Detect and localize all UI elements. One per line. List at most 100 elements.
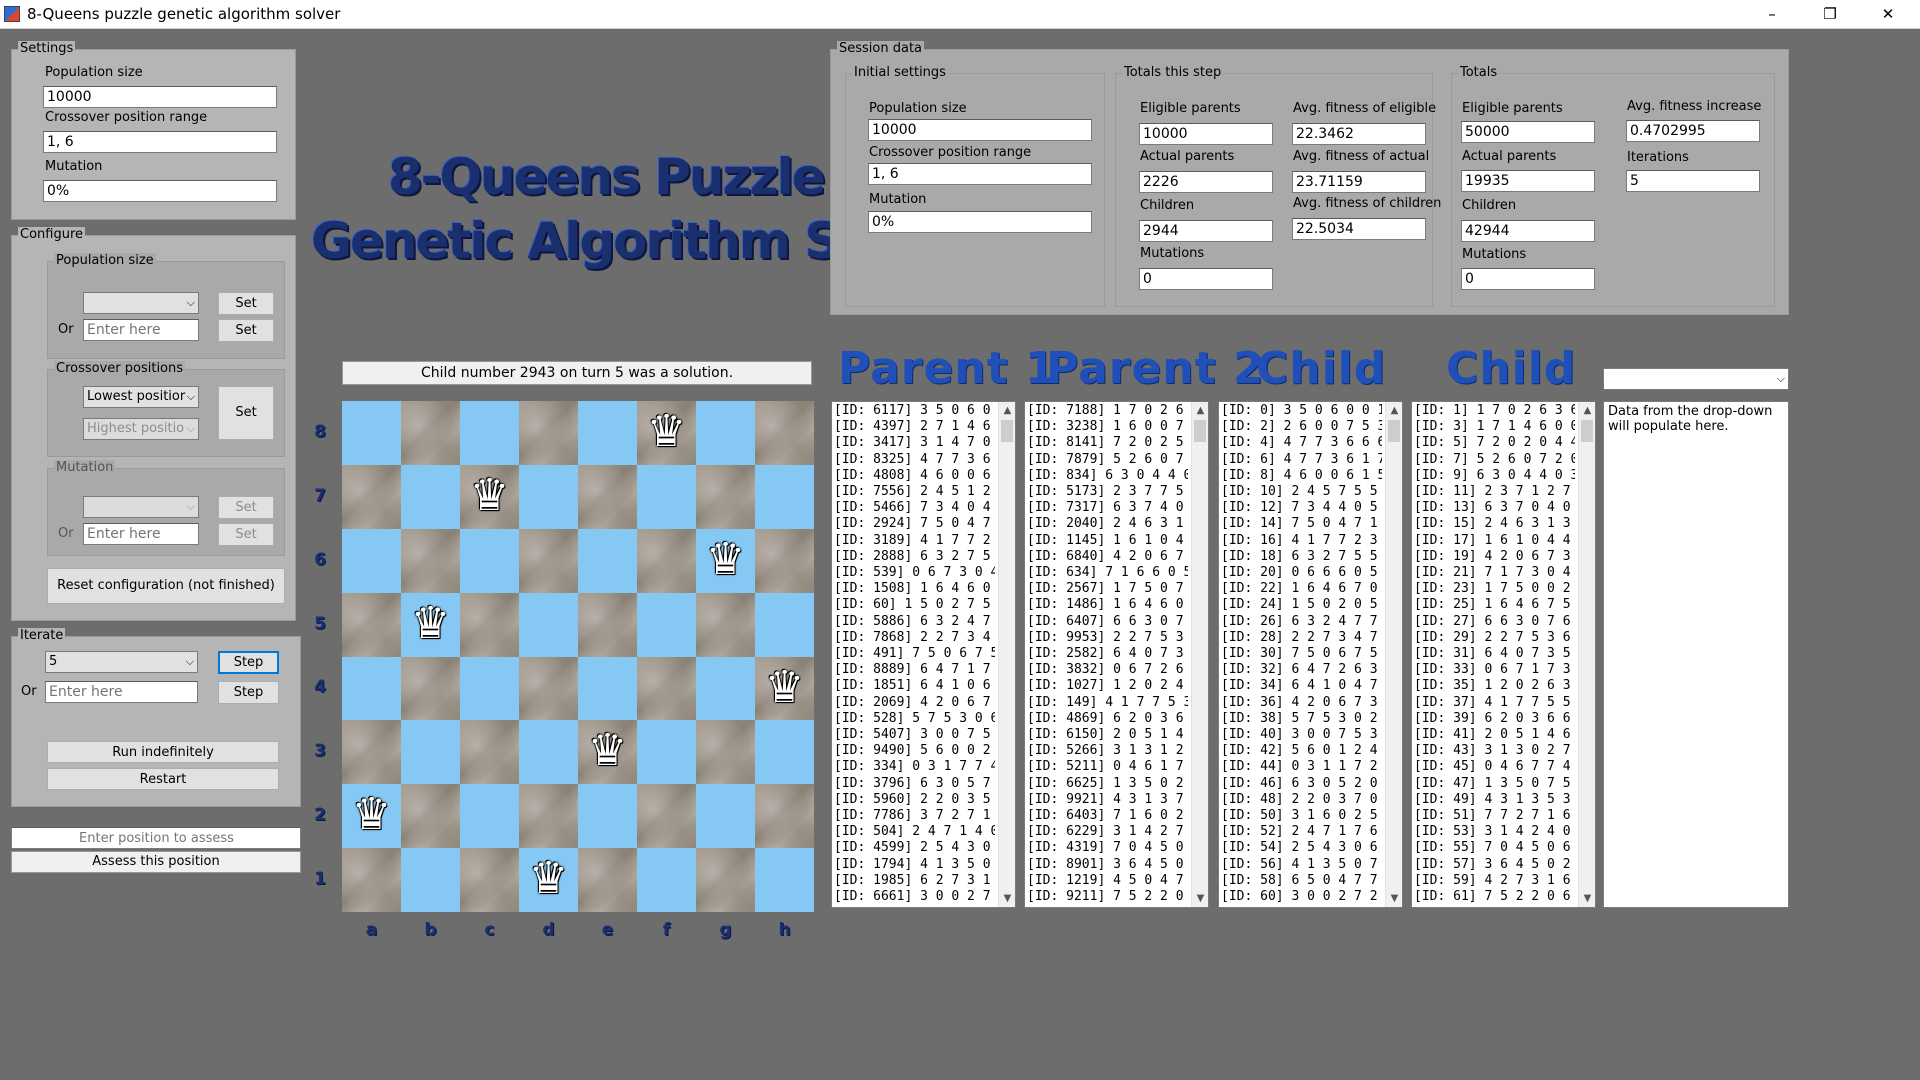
population-size-combo[interactable]: ⌵ — [83, 292, 199, 314]
list-item[interactable]: [ID: 2] 2 6 0 0 7 5 3 5 — [1221, 419, 1382, 435]
list-item[interactable]: [ID: 8141] 7 2 0 2 5 6 6 1 — [1027, 435, 1188, 451]
square-g2[interactable] — [696, 784, 755, 849]
list-item[interactable]: [ID: 43] 3 1 3 0 2 7 1 7 — [1414, 743, 1575, 759]
list-item[interactable]: [ID: 2567] 1 7 5 0 7 0 3 3 — [1027, 581, 1188, 597]
population-size-input[interactable] — [83, 319, 199, 341]
highest-position-combo[interactable]: Highest positio ⌵ — [83, 418, 199, 440]
scroll-down-icon[interactable]: ▼ — [1386, 890, 1402, 907]
square-f1[interactable] — [637, 848, 696, 912]
list-item[interactable]: [ID: 491] 7 5 0 6 7 5 7 1 — [834, 646, 995, 662]
parent2-list[interactable]: [ID: 7188] 1 7 0 2 6 3 1 7[ID: 3238] 1 6… — [1024, 401, 1209, 908]
square-a7[interactable] — [342, 464, 401, 529]
list-item[interactable]: [ID: 26] 6 3 2 4 7 7 1 6 — [1221, 614, 1382, 630]
square-d7[interactable] — [519, 464, 578, 529]
list-item[interactable]: [ID: 59] 4 2 7 3 1 6 0 5 — [1414, 873, 1575, 889]
square-e6[interactable] — [578, 528, 637, 593]
square-c1[interactable] — [460, 848, 519, 912]
list-item[interactable]: [ID: 4319] 7 0 4 5 0 6 1 6 — [1027, 840, 1188, 856]
crossover-set-button[interactable]: Set — [218, 386, 274, 440]
scroll-down-icon[interactable]: ▼ — [1192, 890, 1208, 907]
list-item[interactable]: [ID: 20] 0 6 6 6 0 5 2 5 — [1221, 565, 1382, 581]
list-item[interactable]: [ID: 22] 1 6 4 6 7 0 3 3 — [1221, 581, 1382, 597]
list-item[interactable]: [ID: 6407] 6 6 3 0 7 7 1 6 — [1027, 614, 1188, 630]
square-a4[interactable] — [342, 656, 401, 721]
list-item[interactable]: [ID: 149] 4 1 7 7 5 3 0 3 — [1027, 695, 1188, 711]
lowest-position-combo[interactable]: Lowest positior ⌵ — [83, 386, 199, 408]
list-item[interactable]: [ID: 5886] 6 3 2 4 7 6 4 1 — [834, 614, 995, 630]
square-c2[interactable] — [460, 784, 519, 849]
population-set2-button[interactable]: Set — [218, 319, 274, 342]
mutation-set-button[interactable]: Set — [218, 496, 274, 519]
list-item[interactable]: [ID: 47] 1 3 5 0 7 5 2 4 — [1414, 776, 1575, 792]
population-set-button[interactable]: Set — [218, 292, 274, 315]
list-item[interactable]: [ID: 3238] 1 6 0 0 7 5 3 5 — [1027, 419, 1188, 435]
square-h1[interactable] — [755, 848, 814, 912]
square-a6[interactable] — [342, 528, 401, 593]
list-item[interactable]: [ID: 1985] 6 2 7 3 1 6 0 5 — [834, 873, 995, 889]
list-item[interactable]: [ID: 5173] 2 3 7 7 5 5 0 6 — [1027, 484, 1188, 500]
list-item[interactable]: [ID: 56] 4 1 3 5 0 7 4 2 — [1221, 857, 1382, 873]
list-item[interactable]: [ID: 35] 1 2 0 2 6 3 7 0 — [1414, 678, 1575, 694]
restart-button[interactable]: Restart — [47, 768, 279, 790]
list-item[interactable]: [ID: 58] 6 5 0 4 7 7 3 3 — [1221, 873, 1382, 889]
list-item[interactable]: [ID: 7879] 5 2 6 0 7 1 7 1 — [1027, 452, 1188, 468]
square-b6[interactable] — [401, 528, 460, 593]
list-item[interactable]: [ID: 54] 2 5 4 3 0 6 1 6 — [1221, 840, 1382, 856]
list-item[interactable]: [ID: 34] 6 4 1 0 4 7 0 3 — [1221, 678, 1382, 694]
scroll-thumb[interactable] — [1001, 420, 1013, 442]
list-item[interactable]: [ID: 5211] 0 4 6 1 7 2 3 6 — [1027, 759, 1188, 775]
list-item[interactable]: [ID: 1508] 1 6 4 6 0 2 7 1 — [834, 581, 995, 597]
run-indefinitely-button[interactable]: Run indefinitely — [47, 741, 279, 763]
iterate-count-input[interactable] — [45, 681, 198, 703]
list-item[interactable]: [ID: 27] 6 6 3 0 7 6 4 1 — [1414, 614, 1575, 630]
list-item[interactable]: [ID: 6229] 3 1 4 2 7 6 3 0 — [1027, 824, 1188, 840]
list-item[interactable]: [ID: 334] 0 3 1 7 7 4 2 3 — [834, 759, 995, 775]
square-b7[interactable] — [401, 464, 460, 529]
square-h5[interactable] — [755, 592, 814, 657]
list-item[interactable]: [ID: 3417] 3 1 4 7 0 4 4 5 — [834, 435, 995, 451]
scroll-thumb[interactable] — [1581, 420, 1593, 442]
square-b3[interactable] — [401, 720, 460, 785]
square-f2[interactable] — [637, 784, 696, 849]
list-item[interactable]: [ID: 6403] 7 1 6 0 2 5 2 6 — [1027, 808, 1188, 824]
square-g3[interactable] — [696, 720, 755, 785]
list-item[interactable]: [ID: 61] 7 5 2 2 0 6 4 1 — [1414, 889, 1575, 905]
list-item[interactable]: [ID: 44] 0 3 1 1 7 2 3 6 — [1221, 759, 1382, 775]
square-e5[interactable] — [578, 592, 637, 657]
list-item[interactable]: [ID: 1794] 4 1 3 5 0 2 7 3 — [834, 857, 995, 873]
list-item[interactable]: [ID: 50] 3 1 6 0 2 5 2 6 — [1221, 808, 1382, 824]
square-g5[interactable] — [696, 592, 755, 657]
list-item[interactable]: [ID: 6150] 2 0 5 1 4 6 3 5 — [1027, 727, 1188, 743]
list-item[interactable]: [ID: 31] 6 4 0 7 3 5 7 1 — [1414, 646, 1575, 662]
square-d8[interactable] — [519, 401, 578, 465]
scroll-up-icon[interactable]: ▲ — [1386, 402, 1402, 419]
list-item[interactable]: [ID: 8889] 6 4 7 1 7 3 0 6 — [834, 662, 995, 678]
list-item[interactable]: [ID: 4808] 4 6 0 0 6 1 3 1 — [834, 468, 995, 484]
square-d5[interactable] — [519, 592, 578, 657]
square-e1[interactable] — [578, 848, 637, 912]
list-item[interactable]: [ID: 38] 5 7 5 3 0 2 7 1 — [1221, 711, 1382, 727]
child1-scrollbar[interactable]: ▲ ▼ — [1385, 402, 1402, 907]
list-item[interactable]: [ID: 7317] 6 3 7 4 0 5 4 6 — [1027, 500, 1188, 516]
assess-position-input[interactable] — [11, 827, 301, 849]
list-item[interactable]: [ID: 9490] 5 6 0 0 2 7 1 7 — [834, 743, 995, 759]
step-button[interactable]: Step — [218, 651, 279, 674]
list-item[interactable]: [ID: 46] 6 3 0 5 2 0 3 3 — [1221, 776, 1382, 792]
list-item[interactable]: [ID: 6117] 3 5 0 6 0 0 6 4 — [834, 403, 995, 419]
list-item[interactable]: [ID: 25] 1 6 4 6 7 5 3 2 — [1414, 597, 1575, 613]
list-item[interactable]: [ID: 60] 3 0 0 2 7 2 3 1 — [1221, 889, 1382, 905]
list-item[interactable]: [ID: 14] 7 5 0 4 7 1 0 7 — [1221, 516, 1382, 532]
minimize-button[interactable]: – — [1743, 0, 1801, 29]
list-item[interactable]: [ID: 634] 7 1 6 6 0 5 2 5 — [1027, 565, 1188, 581]
square-f7[interactable] — [637, 464, 696, 529]
list-item[interactable]: [ID: 2924] 7 5 0 4 7 1 6 6 — [834, 516, 995, 532]
list-item[interactable]: [ID: 4397] 2 7 1 4 6 0 0 5 — [834, 419, 995, 435]
square-f5[interactable] — [637, 592, 696, 657]
square-d2[interactable] — [519, 784, 578, 849]
list-item[interactable]: [ID: 3] 1 7 1 4 6 0 0 5 — [1414, 419, 1575, 435]
list-item[interactable]: [ID: 8901] 3 6 4 5 0 7 4 2 — [1027, 857, 1188, 873]
list-item[interactable]: [ID: 5407] 3 0 0 7 5 3 1 7 — [834, 727, 995, 743]
list-item[interactable]: [ID: 5466] 7 3 4 0 4 0 6 1 — [834, 500, 995, 516]
square-d3[interactable] — [519, 720, 578, 785]
list-item[interactable]: [ID: 1145] 1 6 1 0 4 3 5 3 — [1027, 533, 1188, 549]
